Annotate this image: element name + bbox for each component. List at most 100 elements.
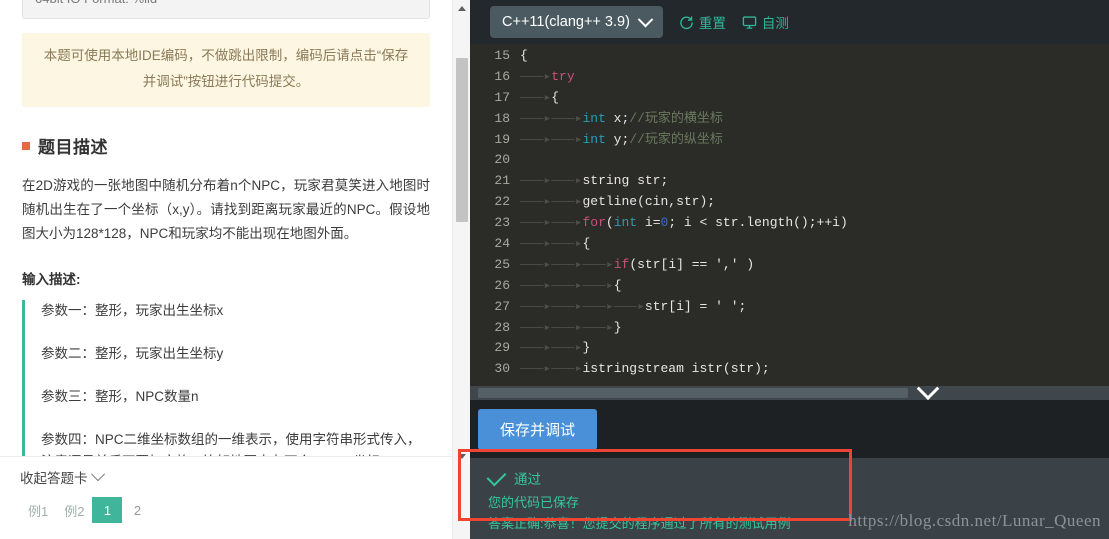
code-line: 25 ———▸———▸———▸if(str[i] == ',' ) (470, 255, 1109, 276)
result-status-row: 通过 (486, 466, 1109, 488)
line-number: 20 (494, 152, 510, 168)
code-token: y; (605, 131, 630, 147)
problem-panel: 64bit IO Format: %lld 本题可使用本地IDE编码，不做跳出限… (0, 0, 470, 539)
indent-guide: ———▸———▸———▸———▸ (520, 298, 645, 314)
indent-guide: ———▸ (520, 89, 552, 105)
collapse-answer-card-button[interactable]: 收起答题卡 (20, 457, 432, 497)
indent-guide: ———▸———▸———▸ (520, 319, 614, 335)
list-item: 参数二：整形，玩家出生坐标y (41, 346, 224, 361)
indent-guide: ———▸———▸———▸ (520, 256, 614, 272)
list-item: 参数三：整形，NPC数量n (41, 389, 199, 404)
io-format-box: 64bit IO Format: %lld (22, 0, 430, 19)
answer-card-bar: 收起答题卡 例1 例2 1 2 (0, 456, 452, 539)
problem-scroll-area[interactable]: 64bit IO Format: %lld 本题可使用本地IDE编码，不做跳出限… (0, 0, 452, 456)
chevron-down-icon (916, 377, 940, 400)
collapse-answer-card-label: 收起答题卡 (20, 471, 88, 486)
code-token: } (582, 340, 591, 356)
chevron-down-icon (90, 467, 105, 482)
problem-description-text: 在2D游戏的一张地图中随机分布着n个NPC，玩家君莫笑进入地图时随机出生在了一个… (22, 178, 430, 241)
indent-guide: ———▸———▸ (520, 194, 583, 210)
line-number: 15 (494, 48, 510, 63)
line-number: 26 (494, 277, 510, 293)
tab-case-2[interactable]: 2 (122, 497, 152, 523)
code-line: 30 ———▸———▸istringstream istr(str); (470, 359, 1109, 380)
editor-horizontal-scrollbar[interactable] (470, 386, 1109, 400)
refresh-icon (679, 15, 694, 30)
line-number: 25 (494, 256, 510, 272)
line-number: 17 (494, 89, 510, 105)
line-number: 18 (494, 110, 510, 126)
code-line: 26 ———▸———▸———▸{ (470, 276, 1109, 297)
save-and-debug-button[interactable]: 保存并调试 (478, 408, 598, 450)
section-title: 题目描述 (38, 138, 108, 157)
indent-guide: ———▸———▸ (520, 361, 583, 377)
tab-example-2[interactable]: 例2 (56, 497, 92, 523)
code-token: { (582, 236, 591, 252)
reset-label: 重置 (698, 16, 726, 31)
code-token: getline(cin,str); (582, 194, 716, 210)
check-icon (486, 466, 507, 487)
arrow-up-icon (457, 6, 466, 11)
code-token: i= (637, 215, 661, 231)
line-number: 24 (494, 236, 510, 252)
self-test-label: 自测 (761, 16, 789, 31)
code-line: 17 ———▸{ (470, 88, 1109, 109)
code-token: string str; (582, 173, 669, 189)
code-line: 29 ———▸———▸} (470, 338, 1109, 359)
code-editor[interactable]: 15{16 ———▸try 17 ———▸{18 ———▸———▸int x;//玩家的… (470, 44, 1109, 400)
editor-panel: C++11(clang++ 3.9) 重置 自测 15 {16 ———▸try… (470, 0, 1109, 539)
code-line: 21 ———▸———▸string str; (470, 171, 1109, 192)
arrow-down-icon (457, 454, 466, 459)
status-badge: 通过 (514, 472, 541, 487)
io-format-text: 64bit IO Format: %lld (35, 0, 157, 6)
code-token: x; (605, 110, 630, 126)
self-test-button[interactable]: 自测 (742, 12, 789, 32)
language-select[interactable]: C++11(clang++ 3.9) (490, 6, 663, 38)
code-token: try (551, 68, 575, 84)
code-token: (str[i] == ',' ) (629, 256, 755, 272)
line-number: 29 (494, 340, 510, 356)
line-number: 28 (494, 319, 510, 335)
code-token: //玩家的横坐标 (629, 110, 723, 126)
line-number: 21 (494, 173, 510, 189)
code-token: } (613, 319, 622, 335)
input-parameter-list: 参数一：整形，玩家出生坐标x 参数二：整形，玩家出生坐标y 参数三：整形，NPC… (22, 300, 430, 456)
code-line: 27 ———▸———▸———▸———▸str[i] = ' '; (470, 297, 1109, 318)
tab-example-1[interactable]: 例1 (20, 497, 56, 523)
line-number: 22 (494, 194, 510, 210)
code-line: 16 ———▸try (470, 67, 1109, 88)
code-line: 22 ———▸———▸getline(cin,str); (470, 192, 1109, 213)
indent-guide: ———▸———▸ (520, 110, 583, 126)
scroll-up-button[interactable] (453, 0, 470, 17)
scrollbar-thumb[interactable] (456, 58, 468, 222)
input-description-heading: 输入描述: (22, 272, 81, 287)
scrollbar-thumb[interactable] (478, 388, 908, 398)
line-number: 16 (494, 68, 510, 84)
testcase-tabs: 例1 例2 1 2 (20, 497, 432, 523)
code-token: ; i < str.length();++i) (668, 215, 848, 231)
code-token: { (613, 277, 622, 293)
editor-toolbar: C++11(clang++ 3.9) 重置 自测 (470, 0, 1109, 44)
problem-description-heading: 题目描述 (22, 133, 430, 158)
code-token: //玩家的纵坐标 (629, 131, 723, 147)
code-token: int (582, 110, 606, 126)
indent-guide: ———▸ (520, 68, 552, 84)
tab-case-1[interactable]: 1 (92, 497, 123, 523)
code-token: ( (605, 215, 614, 231)
code-token: int (582, 131, 606, 147)
code-token: str[i] = ' '; (644, 298, 747, 314)
code-token: int (613, 215, 638, 231)
code-token: { (551, 89, 560, 105)
editor-collapse-button[interactable] (907, 377, 949, 400)
chevron-down-icon (637, 11, 654, 27)
submit-bar: 保存并调试 (470, 400, 1109, 458)
code-line: 20 (470, 150, 1109, 171)
result-message-saved: 您的代码已保存 (488, 495, 580, 510)
list-item: 参数一：整形，玩家出生坐标x (41, 303, 224, 318)
scroll-down-button[interactable] (453, 448, 470, 465)
code-line: 18 ———▸———▸int x;//玩家的横坐标 (470, 109, 1109, 130)
code-token: istringstream istr(str); (582, 361, 770, 377)
problem-vertical-scrollbar[interactable] (452, 0, 470, 539)
code-content[interactable]: 15{16 ———▸try 17 ———▸{18 ———▸———▸int x;//玩家的… (470, 44, 1109, 380)
reset-button[interactable]: 重置 (679, 12, 726, 32)
